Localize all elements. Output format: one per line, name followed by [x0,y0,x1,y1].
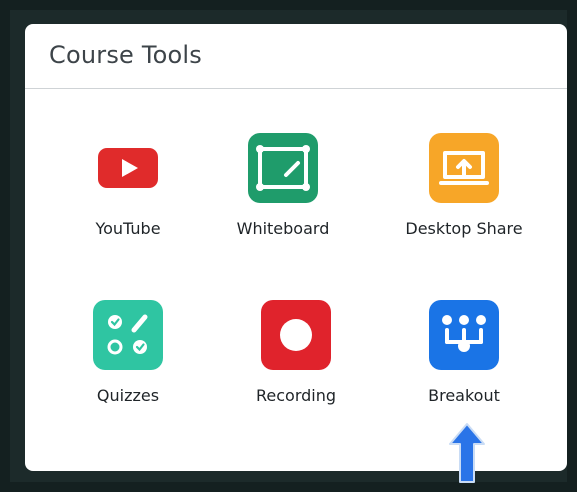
panel-header: Course Tools [25,24,567,89]
recording-icon [261,300,331,370]
tool-whiteboard[interactable]: Whiteboard [213,133,353,238]
tool-label: Quizzes [96,386,160,405]
panel-title: Course Tools [49,41,202,69]
course-tools-panel: Course Tools YouTube Whiteboard Desktop … [25,24,567,471]
tool-label: Recording [255,386,337,405]
tool-youtube[interactable]: YouTube [58,133,198,238]
tool-label: Desktop Share [405,219,523,238]
tool-recording[interactable]: Recording [226,300,366,405]
quizzes-icon [93,300,163,370]
tool-label: Whiteboard [236,219,330,238]
tool-quizzes[interactable]: Quizzes [58,300,198,405]
youtube-icon [93,133,163,203]
desktop-share-icon [429,133,499,203]
tool-label: YouTube [95,219,161,238]
whiteboard-icon [248,133,318,203]
tool-label: Breakout [428,386,500,405]
up-arrow-icon [447,422,487,484]
tool-desktop-share[interactable]: Desktop Share [394,133,534,238]
breakout-icon [429,300,499,370]
tool-breakout[interactable]: Breakout [394,300,534,405]
